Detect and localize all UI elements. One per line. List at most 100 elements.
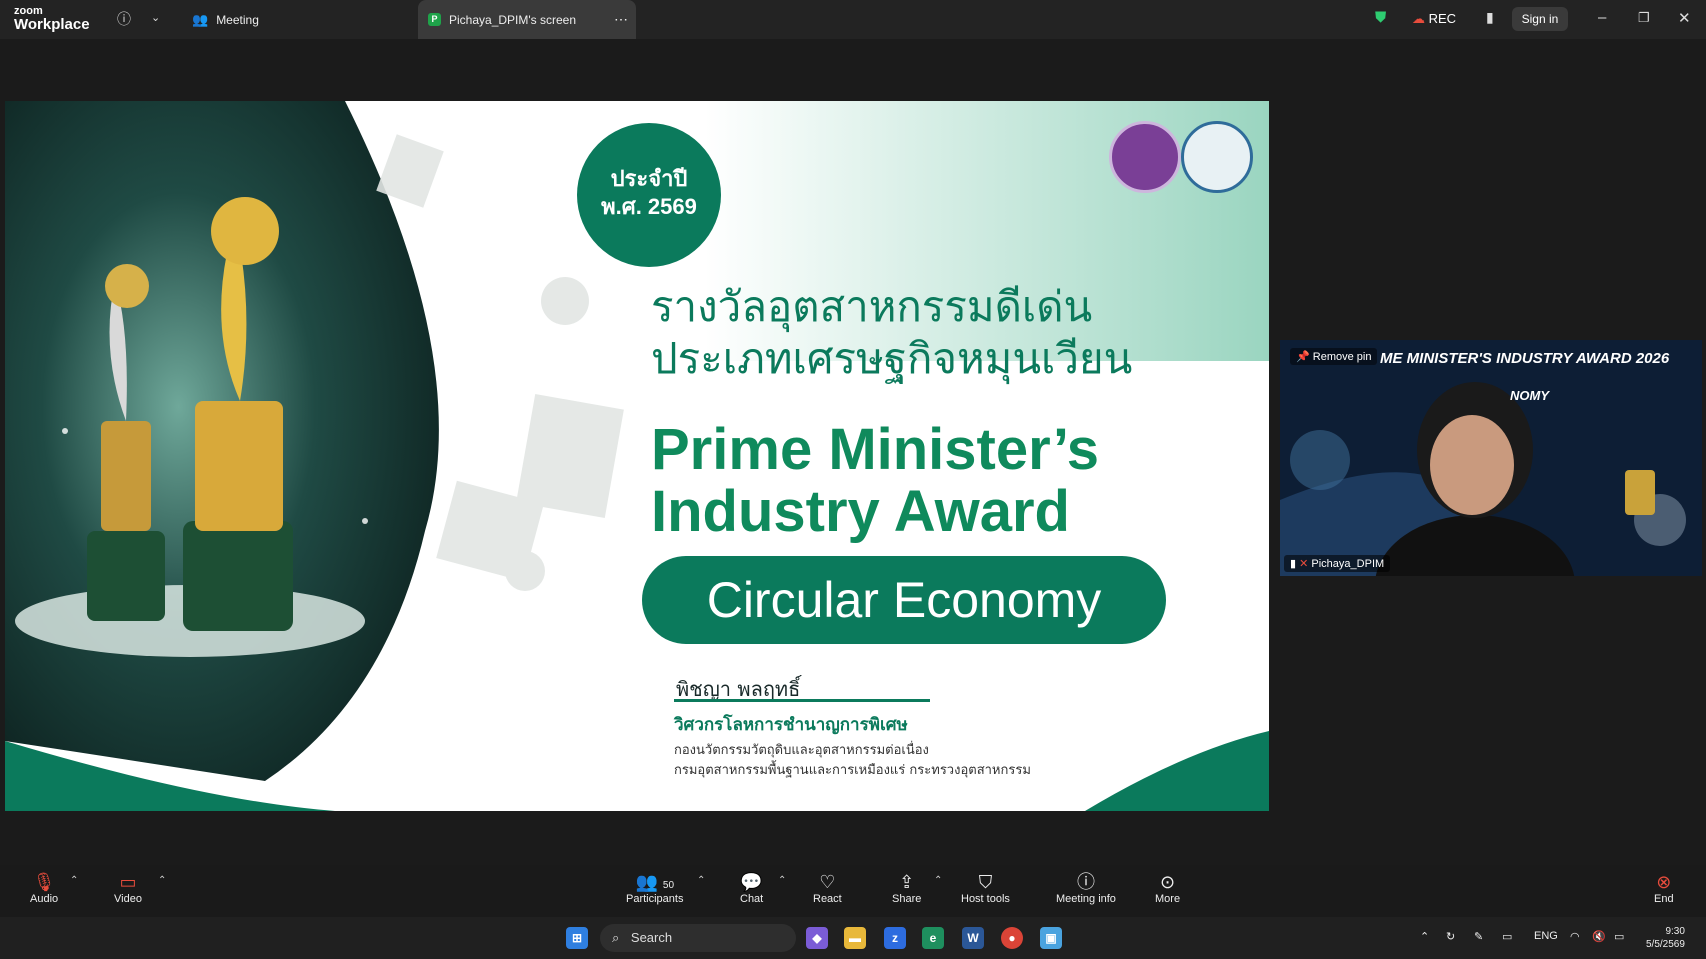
tab-shared-screen-label: Pichaya_DPIM's screen <box>449 12 577 27</box>
info-circle-icon: ⓘ <box>1076 872 1095 892</box>
host-tools-button[interactable]: ⛉ Host tools <box>961 871 1010 905</box>
zoom-app-icon[interactable]: z <box>884 927 906 949</box>
meeting-info-label: Meeting info <box>1056 893 1116 905</box>
chrome-icon[interactable]: ● <box>1001 927 1023 949</box>
audio-button[interactable]: 🎙 Audio <box>30 871 58 905</box>
share-screen-icon: ⇪ <box>899 872 915 892</box>
restore-icon[interactable]: ❐ <box>1638 10 1650 26</box>
more-options-icon[interactable]: ⋯ <box>614 11 628 28</box>
speaker-org-line-2: กรมอุตสาหกรรมพื้นฐานและการเหมืองแร่ กระท… <box>674 763 1031 778</box>
end-call-icon: ⊗ <box>1656 872 1672 892</box>
video-label: Video <box>114 893 142 905</box>
display-icon[interactable]: ▭ <box>1502 930 1512 943</box>
share-button[interactable]: ⇪ Share <box>892 871 921 905</box>
signal-icon: ▮ <box>1290 558 1297 570</box>
edge-icon[interactable]: e <box>922 927 944 949</box>
sync-icon[interactable]: ↻ <box>1446 930 1455 943</box>
year-line-2: พ.ศ. 2569 <box>601 194 697 219</box>
heart-icon: ♡ <box>819 872 836 892</box>
clock-time: 9:30 <box>1665 926 1685 937</box>
more-button[interactable]: ⊙ More <box>1155 871 1180 905</box>
speaker-role: วิศวกรโลหการชำนาญการพิเศษ <box>674 715 908 735</box>
audio-caret-icon[interactable]: ⌃ <box>70 875 78 886</box>
muted-microphone-icon: 🎙 <box>32 872 56 892</box>
share-label: Share <box>892 893 922 905</box>
search-label: Search <box>630 930 673 945</box>
system-clock[interactable]: 9:30 5/5/2569 <box>1646 925 1685 951</box>
end-label: End <box>1654 893 1674 905</box>
battery-icon[interactable]: ▭ <box>1614 930 1624 943</box>
remote-desktop-icon[interactable]: ▣ <box>1040 927 1062 949</box>
share-avatar-badge: P <box>428 13 441 26</box>
remove-pin-button[interactable]: 📌 Remove pin <box>1290 348 1378 365</box>
muted-speaker-icon[interactable]: 🔇 <box>1592 930 1606 943</box>
leave-icon[interactable]: ▮ <box>1486 9 1494 26</box>
copilot-icon[interactable]: ◆ <box>806 927 828 949</box>
zoom-logo: zoom Workplace <box>14 6 90 33</box>
meeting-info-button[interactable]: ⓘ Meeting info <box>1056 871 1116 905</box>
thai-title: รางวัลอุตสาหกรรมดีเด่น ประเภทเศรษฐกิจหมุ… <box>651 281 1132 385</box>
rec-label: REC <box>1428 11 1457 26</box>
more-label: More <box>1155 893 1181 905</box>
participants-button[interactable]: 👥 50 Participants <box>626 871 683 905</box>
tab-shared-screen[interactable]: P Pichaya_DPIM's screen ⋯ <box>418 0 636 39</box>
record-indicator[interactable]: ☁ REC <box>1412 11 1456 27</box>
english-title-line-2: Industry Award <box>651 479 1070 544</box>
participant-video-tile[interactable]: ME MINISTER'S INDUSTRY AWARD 2026 NOMY 📌… <box>1280 340 1702 576</box>
chat-caret-icon[interactable]: ⌃ <box>778 875 786 886</box>
language-indicator[interactable]: ENG <box>1534 930 1558 942</box>
shield-tools-icon: ⛉ <box>978 872 993 892</box>
circular-economy-pill: Circular Economy <box>642 556 1166 644</box>
chevron-down-icon[interactable]: ⌄ <box>151 11 160 24</box>
shield-icon[interactable]: ⛊ <box>1375 9 1386 26</box>
share-caret-icon[interactable]: ⌃ <box>934 875 942 886</box>
chat-button[interactable]: 💬 Chat <box>740 871 763 905</box>
top-bar: zoom Workplace ⓘ ⌄ 👥 Meeting P Pichaya_D… <box>0 0 1706 39</box>
speaker-divider <box>674 699 930 702</box>
department-seal-logo <box>1181 121 1253 193</box>
tab-meeting[interactable]: 👥 Meeting <box>192 0 259 39</box>
participants-caret-icon[interactable]: ⌃ <box>697 875 705 886</box>
wifi-icon[interactable]: ◠ <box>1570 930 1580 943</box>
speaker-org-line-1: กองนวัตกรรมวัตถุดิบและอุตสาหกรรมต่อเนื่อ… <box>674 743 929 758</box>
participant-name: Pichaya_DPIM <box>1311 558 1385 570</box>
pin-icon: 📌 <box>1296 351 1310 363</box>
file-explorer-icon[interactable]: ▬ <box>844 927 866 949</box>
chat-icon: 💬 <box>740 872 763 892</box>
participants-label: Participants <box>626 893 684 905</box>
cloud-icon: ☁ <box>1412 11 1425 26</box>
speaker-organization: กองนวัตกรรมวัตถุดิบและอุตสาหกรรมต่อเนื่อ… <box>674 741 1031 781</box>
tab-meeting-label: Meeting <box>216 12 259 27</box>
chat-label: Chat <box>740 893 764 905</box>
end-button[interactable]: ⊗ End <box>1654 871 1674 905</box>
react-button[interactable]: ♡ React <box>813 871 842 905</box>
video-off-icon: ▭ <box>119 872 137 892</box>
clock-date: 5/5/2569 <box>1646 939 1685 950</box>
search-icon: ⌕ <box>612 930 620 945</box>
video-caret-icon[interactable]: ⌃ <box>158 875 166 886</box>
windows-taskbar: ⊞ ⌕ Search ◆ ▬ z e W ● ▣ ⌃ ↻ ✎ ▭ ENG ◠ 🔇… <box>0 917 1706 959</box>
participant-name-tag: ▮ ✕ Pichaya_DPIM <box>1284 555 1391 572</box>
windows-start-icon[interactable]: ⊞ <box>566 927 588 949</box>
sign-in-button[interactable]: Sign in <box>1512 7 1568 31</box>
participants-icon: 👥 50 <box>635 872 675 892</box>
participants-count: 50 <box>662 880 675 891</box>
more-dots-icon: ⊙ <box>1159 872 1176 892</box>
shared-screen: ประจำปี พ.ศ. 2569 รางวัลอุตสาหกรรมดีเด่น… <box>5 101 1269 811</box>
word-icon[interactable]: W <box>962 927 984 949</box>
host-tools-label: Host tools <box>961 893 1010 905</box>
english-title: Prime Minister’s Industry Award <box>651 419 1099 543</box>
audio-label: Audio <box>30 893 59 905</box>
meeting-icon: 👥 <box>192 11 209 27</box>
pen-icon[interactable]: ✎ <box>1474 930 1483 943</box>
minimize-icon[interactable]: – <box>1598 9 1606 26</box>
tray-overflow-icon[interactable]: ⌃ <box>1420 930 1429 943</box>
video-banner-text: ME MINISTER'S INDUSTRY AWARD 2026 <box>1380 350 1670 367</box>
info-icon[interactable]: ⓘ <box>117 9 131 29</box>
thai-title-line-1: รางวัลอุตสาหกรรมดีเด่น <box>651 282 1093 331</box>
taskbar-search[interactable]: ⌕ Search <box>600 924 796 952</box>
video-background <box>1280 340 1702 576</box>
close-icon[interactable]: ✕ <box>1678 9 1691 27</box>
video-banner-text-2: NOMY <box>1510 388 1549 403</box>
video-button[interactable]: ▭ Video <box>114 871 142 905</box>
